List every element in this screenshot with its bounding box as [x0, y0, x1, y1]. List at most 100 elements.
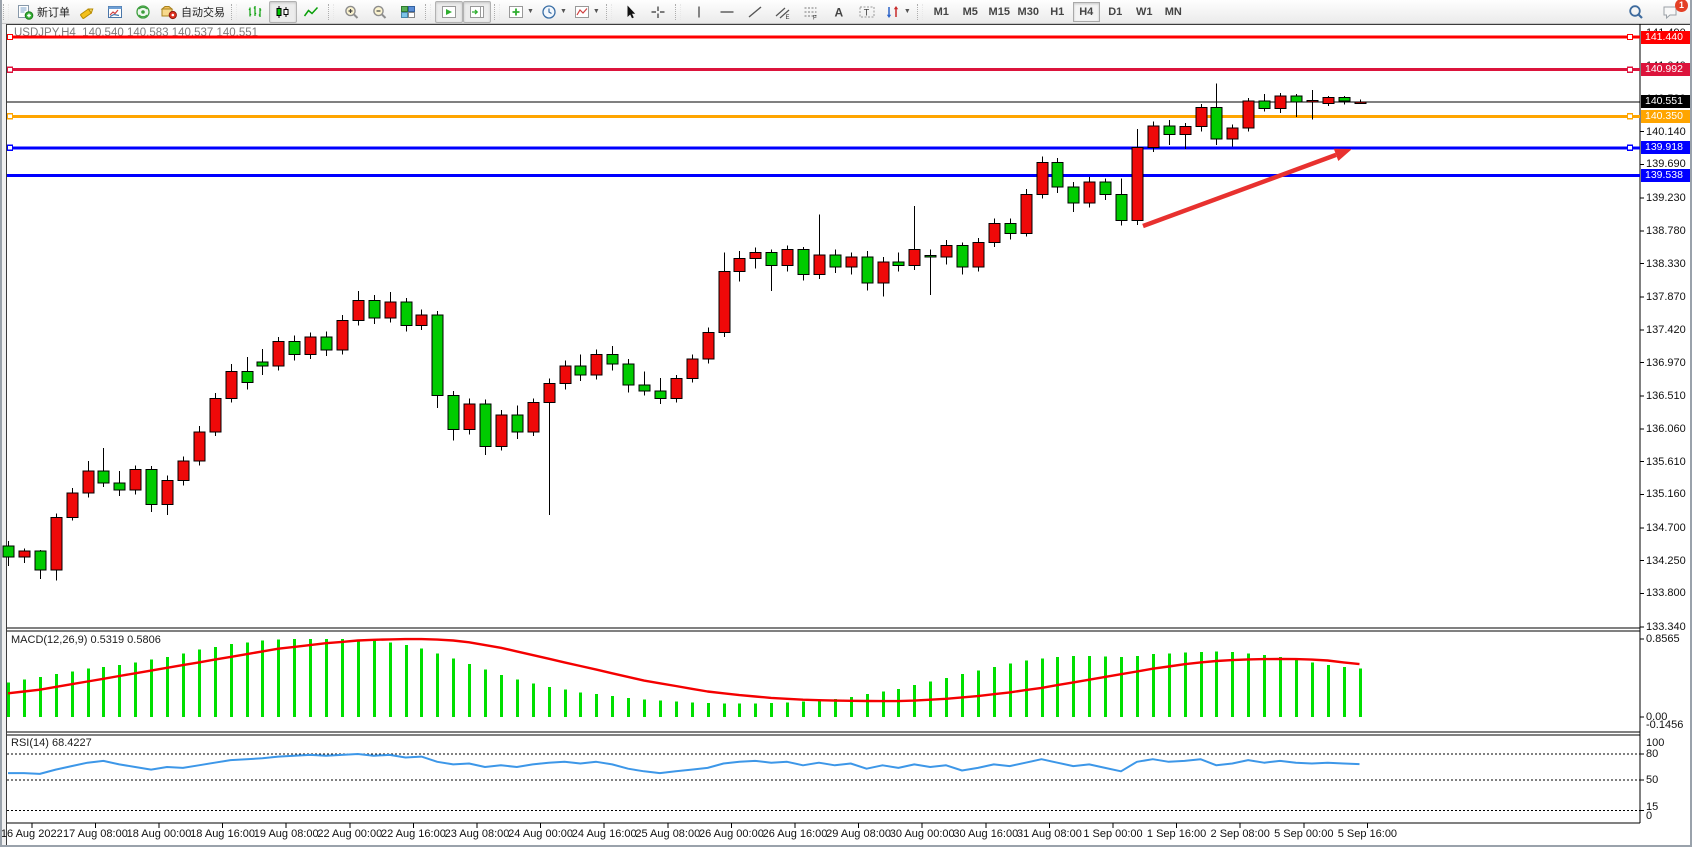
news-button[interactable] — [129, 1, 157, 23]
date-label: 18 Aug 00:00 — [127, 828, 192, 840]
macd-indicator-label: MACD(12,26,9) 0.5319 0.5806 — [11, 634, 161, 646]
timeframe-mn-button[interactable]: MN — [1160, 2, 1187, 22]
svg-text:E: E — [785, 15, 789, 20]
text-icon: A — [830, 4, 848, 20]
svg-text:T: T — [864, 7, 870, 17]
vertical-line-button[interactable] — [685, 1, 713, 23]
date-label: 26 Aug 00:00 — [699, 828, 764, 840]
timeframe-w1-button[interactable]: W1 — [1131, 2, 1158, 22]
chart-window-icon — [106, 4, 124, 20]
timeframe-m1-button[interactable]: M1 — [928, 2, 955, 22]
market-watch-button[interactable] — [101, 1, 129, 23]
signal-icon — [134, 4, 152, 20]
date-label: 29 Aug 08:00 — [826, 828, 891, 840]
cursor-button[interactable] — [616, 1, 644, 23]
vline-icon — [690, 4, 708, 20]
chevron-down-icon: ▼ — [560, 8, 567, 15]
fibonacci-button[interactable]: F — [797, 1, 825, 23]
notifications-button[interactable]: 1 — [1656, 1, 1684, 23]
price-axis-label: 136.970 — [1646, 357, 1686, 369]
templates-button[interactable]: ▼ — [570, 1, 603, 23]
auto-scroll-button[interactable] — [435, 1, 463, 23]
price-tag-140.992: 140.992 — [1641, 63, 1692, 76]
date-label: 2 Sep 08:00 — [1211, 828, 1270, 840]
chart-title: USDJPY,H4 140.540 140.583 140.537 140.55… — [14, 27, 258, 39]
bar-chart-button[interactable] — [241, 1, 269, 23]
timeframe-h1-button[interactable]: H1 — [1044, 2, 1071, 22]
text-label-button[interactable]: T — [853, 1, 881, 23]
crosshair-icon — [649, 4, 667, 20]
zoom-out-button[interactable] — [366, 1, 394, 23]
template-icon — [573, 4, 591, 20]
clock-icon — [540, 4, 558, 20]
price-axis-label: 136.060 — [1646, 423, 1686, 435]
toolbar-grip — [231, 4, 237, 20]
new-order-icon — [16, 4, 34, 20]
arrows-button[interactable]: ▼ — [881, 1, 914, 23]
timeframe-m30-button[interactable]: M30 — [1015, 2, 1042, 22]
line-chart-button[interactable] — [297, 1, 325, 23]
auto-scroll-icon — [440, 4, 458, 20]
date-label: 23 Aug 08:00 — [445, 828, 510, 840]
bar-chart-icon — [246, 4, 264, 20]
price-axis-label: 136.510 — [1646, 390, 1686, 402]
date-label: 24 Aug 16:00 — [572, 828, 637, 840]
hline-icon — [718, 4, 736, 20]
timeframe-d1-button[interactable]: D1 — [1102, 2, 1129, 22]
timeframe-m15-button[interactable]: M15 — [986, 2, 1013, 22]
autotrade-icon — [160, 4, 178, 20]
date-label: 5 Sep 16:00 — [1338, 828, 1397, 840]
date-label: 1 Sep 00:00 — [1083, 828, 1142, 840]
price-axis-label: 140.140 — [1646, 126, 1686, 138]
text-button[interactable]: A — [825, 1, 853, 23]
trendline-button[interactable] — [741, 1, 769, 23]
fibo-icon: F — [802, 4, 820, 20]
line-chart-icon — [302, 4, 320, 20]
timeframe-m5-button[interactable]: M5 — [957, 2, 984, 22]
zoom-in-button[interactable] — [338, 1, 366, 23]
date-label: 22 Aug 16:00 — [381, 828, 446, 840]
rsi-axis-label: 0 — [1646, 810, 1652, 822]
price-axis-label: 135.610 — [1646, 456, 1686, 468]
label-icon: T — [858, 4, 876, 20]
date-label: 1 Sep 16:00 — [1147, 828, 1206, 840]
indicators-button[interactable]: ▼ — [504, 1, 537, 23]
equidistant-channel-button[interactable]: E — [769, 1, 797, 23]
styler-button[interactable] — [73, 1, 101, 23]
date-label: 30 Aug 16:00 — [953, 828, 1018, 840]
timeframe-h4-button[interactable]: H4 — [1073, 2, 1100, 22]
crosshair-button[interactable] — [644, 1, 672, 23]
indicators-icon — [507, 4, 525, 20]
price-axis-label: 138.330 — [1646, 258, 1686, 270]
toolbar-grip — [675, 4, 681, 20]
date-label: 19 Aug 08:00 — [254, 828, 319, 840]
crayon-icon — [78, 4, 96, 20]
chart-shift-button[interactable] — [463, 1, 491, 23]
candlestick-chart-button[interactable] — [269, 1, 297, 23]
new-order-button[interactable]: 新订单 — [13, 1, 73, 23]
price-axis-label: 139.230 — [1646, 192, 1686, 204]
toolbar-grip — [3, 4, 9, 20]
svg-text:F: F — [813, 15, 817, 20]
main-toolbar: 新订单自动交易▼▼▼EFAT▼M1M5M15M30H1H4D1W1MN1 — [0, 0, 1692, 24]
date-label: 24 Aug 00:00 — [508, 828, 573, 840]
cursor-icon — [621, 4, 639, 20]
price-tag-140.350: 140.350 — [1641, 110, 1692, 123]
search-button[interactable] — [1622, 1, 1650, 23]
date-label: 25 Aug 08:00 — [635, 828, 700, 840]
date-label: 22 Aug 00:00 — [317, 828, 382, 840]
arrows-icon — [884, 4, 902, 20]
price-tag-141.440: 141.440 — [1641, 31, 1692, 44]
channel-icon: E — [774, 4, 792, 20]
date-label: 26 Aug 16:00 — [763, 828, 828, 840]
periods-button[interactable]: ▼ — [537, 1, 570, 23]
tile-windows-button[interactable] — [394, 1, 422, 23]
date-label: 31 Aug 08:00 — [1017, 828, 1082, 840]
price-axis-label: 135.160 — [1646, 488, 1686, 500]
date-label: 16 Aug 2022 — [1, 828, 63, 840]
auto-trading-label: 自动交易 — [181, 4, 225, 20]
horizontal-line-button[interactable] — [713, 1, 741, 23]
auto-trading-button[interactable]: 自动交易 — [157, 1, 228, 23]
notification-badge: 1 — [1675, 0, 1688, 12]
price-axis-label: 133.340 — [1646, 621, 1686, 633]
